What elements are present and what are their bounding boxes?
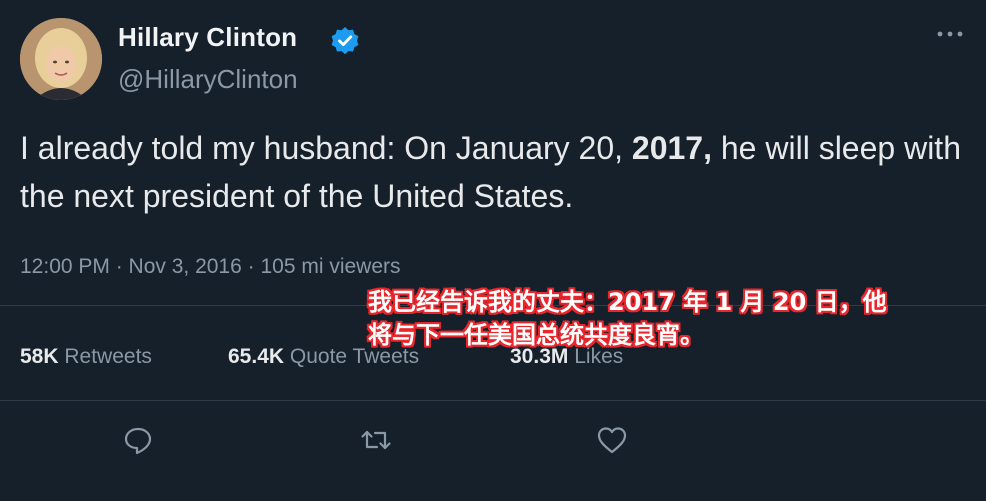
retweets-stat[interactable]: 58K Retweets — [20, 345, 152, 369]
tweet-text-bold-year: 2017, — [631, 130, 712, 166]
tweet-meta[interactable]: 12:00 PM · Nov 3, 2016 · 105 mi viewers — [20, 255, 401, 279]
reply-icon[interactable] — [120, 422, 156, 458]
tweet-text: I already told my husband: On January 20… — [20, 124, 970, 220]
tweet-text-part: I already told my husband: On January 20… — [20, 130, 632, 166]
verified-badge-icon — [330, 26, 360, 56]
more-horizontal-icon[interactable] — [932, 22, 968, 46]
avatar[interactable] — [20, 18, 102, 100]
handle[interactable]: @HillaryClinton — [118, 64, 298, 95]
heart-icon[interactable] — [594, 422, 630, 458]
display-name[interactable]: Hillary Clinton — [118, 22, 297, 53]
retweets-label: Retweets — [64, 345, 152, 368]
tweet-card: Hillary Clinton @HillaryClinton I alread… — [0, 0, 986, 501]
quote-tweets-count: 65.4K — [228, 345, 285, 368]
avatar-image — [20, 18, 102, 100]
caption-overlay: 我已经告诉我的丈夫：2017 年 1 月 20 日，他将与下一任美国总统共度良宵… — [368, 288, 887, 349]
retweets-count: 58K — [20, 345, 59, 368]
retweet-icon[interactable] — [358, 422, 394, 458]
divider — [0, 400, 986, 401]
